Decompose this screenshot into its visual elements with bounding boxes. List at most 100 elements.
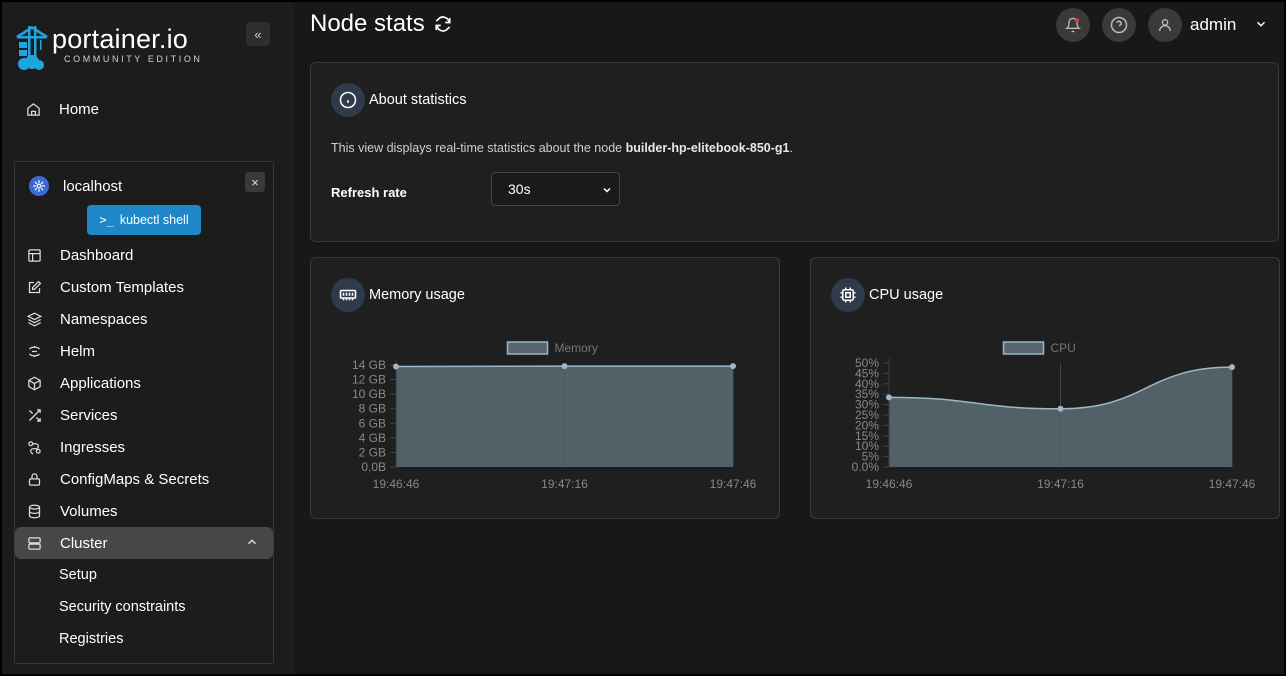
- data-point: [1229, 364, 1235, 371]
- about-description: This view displays real-time statistics …: [331, 141, 793, 155]
- close-environment-button[interactable]: ×: [245, 172, 265, 192]
- chevron-up-icon: [247, 539, 257, 545]
- about-text-suffix: .: [789, 141, 793, 155]
- sidebar-item-applications[interactable]: Applications: [15, 367, 273, 399]
- brand[interactable]: portainer.io COMMUNITY EDITION: [12, 20, 212, 72]
- sidebar-item-label: Volumes: [60, 502, 118, 520]
- portainer-logo-icon: [16, 26, 48, 70]
- brand-name: portainer.io: [52, 24, 188, 54]
- sidebar-item-custom-templates[interactable]: Custom Templates: [15, 271, 273, 303]
- environment-name: localhost: [63, 177, 123, 195]
- legend-swatch: [1002, 341, 1045, 355]
- bell-icon: [1065, 17, 1081, 33]
- environment-section: localhost × >_ kubectl shell Dashboard C…: [14, 161, 274, 664]
- y-tick-label: 2 GB: [359, 445, 386, 459]
- sidebar: portainer.io COMMUNITY EDITION « Home lo…: [2, 2, 294, 674]
- x-tick-label: 19:46:46: [866, 477, 913, 491]
- sidebar-item-home[interactable]: Home: [14, 93, 274, 125]
- x-tick-label: 19:46:46: [373, 477, 420, 491]
- help-button[interactable]: [1102, 8, 1136, 42]
- node-name: builder-hp-elitebook-850-g1: [625, 141, 790, 155]
- about-statistics-panel: About statistics This view displays real…: [310, 62, 1279, 242]
- lock-icon: [25, 470, 43, 488]
- user-icon: [1159, 19, 1171, 32]
- home-icon: [24, 100, 42, 118]
- shuffle-icon: [25, 406, 43, 424]
- database-icon: [25, 502, 43, 520]
- legend-label: Memory: [555, 341, 598, 355]
- sidebar-item-namespaces[interactable]: Namespaces: [15, 303, 273, 335]
- refresh-icon[interactable]: [434, 15, 452, 33]
- sidebar-item-dashboard[interactable]: Dashboard: [15, 239, 273, 271]
- terminal-icon: >_: [99, 213, 114, 227]
- chevron-down-icon: [603, 187, 611, 193]
- y-tick-label: 10 GB: [352, 387, 386, 401]
- helm-icon: [25, 342, 43, 360]
- sidebar-item-cluster[interactable]: Cluster: [15, 527, 273, 559]
- data-point: [730, 363, 736, 370]
- sidebar-item-label: Helm: [60, 342, 96, 360]
- y-tick-label: 0.0B: [361, 460, 386, 474]
- kubernetes-icon: [29, 176, 49, 196]
- sidebar-item-configmaps-secrets[interactable]: ConfigMaps & Secrets: [15, 463, 273, 495]
- sidebar-item-label: Namespaces: [60, 310, 148, 328]
- refresh-rate-label: Refresh rate: [331, 185, 407, 200]
- kubectl-shell-label: kubectl shell: [119, 213, 189, 227]
- refresh-rate-select[interactable]: 30s: [491, 172, 620, 206]
- memory-chart: Memory 0.0B2 GB4 GB6 GB8 GB10 GB12 GB14 G…: [352, 341, 757, 491]
- refresh-rate-value: 30s: [508, 181, 531, 197]
- sidebar-item-label: Custom Templates: [60, 278, 184, 296]
- user-avatar[interactable]: [1148, 8, 1182, 42]
- data-point: [1057, 405, 1064, 412]
- data-point: [393, 363, 399, 370]
- about-panel-title: About statistics: [369, 92, 467, 108]
- main-content: Node stats admin About statistics This v…: [294, 2, 1284, 674]
- box-icon: [25, 374, 43, 392]
- help-icon: [1110, 16, 1128, 34]
- sidebar-item-security-constraints[interactable]: Security constraints: [59, 595, 186, 619]
- sidebar-item-label: Dashboard: [60, 246, 134, 264]
- memory-usage-panel: Memory usage Memory 0.0B 2 GB 4 GB 6 GB 8 GB 1…: [310, 257, 780, 519]
- chevron-down-icon[interactable]: [1254, 17, 1268, 31]
- page-title: Node stats: [310, 10, 452, 38]
- y-tick-label: 12 GB: [352, 373, 386, 387]
- double-chevron-left-icon: «: [254, 26, 262, 42]
- y-tick-label: 50%: [855, 356, 879, 370]
- info-icon: [331, 83, 365, 117]
- sidebar-item-services[interactable]: Services: [15, 399, 273, 431]
- collapse-sidebar-button[interactable]: «: [246, 22, 270, 46]
- brand-edition: COMMUNITY EDITION: [64, 54, 203, 64]
- x-tick-label: 19:47:46: [710, 477, 757, 491]
- sidebar-item-label: Ingresses: [60, 438, 126, 456]
- sidebar-item-setup[interactable]: Setup: [59, 563, 97, 587]
- environment-header: localhost: [29, 176, 122, 196]
- x-tick-label: 19:47:16: [541, 477, 588, 491]
- layers-icon: [25, 310, 43, 328]
- sidebar-item-helm[interactable]: Helm: [15, 335, 273, 367]
- sidebar-item-label: Home: [59, 100, 100, 118]
- legend-swatch: [506, 341, 549, 355]
- data-point: [886, 394, 892, 401]
- server-icon: [25, 534, 43, 552]
- close-icon: ×: [251, 174, 259, 190]
- app-frame: portainer.io COMMUNITY EDITION « Home lo…: [2, 2, 1284, 674]
- x-tick-label: 19:47:46: [1209, 477, 1256, 491]
- sidebar-item-label: Applications: [60, 374, 141, 392]
- kubectl-shell-button[interactable]: >_ kubectl shell: [87, 205, 201, 235]
- about-panel-header: About statistics: [331, 83, 467, 117]
- sidebar-item-volumes[interactable]: Volumes: [15, 495, 273, 527]
- cpu-chart: CPU0.0%5%10%15%20%25%30%35%40%45%50%19:4…: [852, 341, 1256, 491]
- sidebar-item-label: Services: [60, 406, 118, 424]
- notifications-button[interactable]: [1056, 8, 1090, 42]
- x-tick-label: 19:47:16: [1037, 477, 1084, 491]
- user-name[interactable]: admin: [1190, 15, 1236, 35]
- sidebar-item-label: Cluster: [60, 534, 108, 552]
- route-icon: [25, 438, 43, 456]
- sidebar-item-ingresses[interactable]: Ingresses: [15, 431, 273, 463]
- sidebar-item-label: ConfigMaps & Secrets: [60, 470, 210, 488]
- y-tick-label: 6 GB: [359, 416, 386, 430]
- data-point: [561, 363, 568, 370]
- sidebar-item-registries[interactable]: Registries: [59, 627, 123, 651]
- about-text-prefix: This view displays real-time statistics …: [331, 141, 626, 155]
- page-title-text: Node stats: [310, 10, 425, 37]
